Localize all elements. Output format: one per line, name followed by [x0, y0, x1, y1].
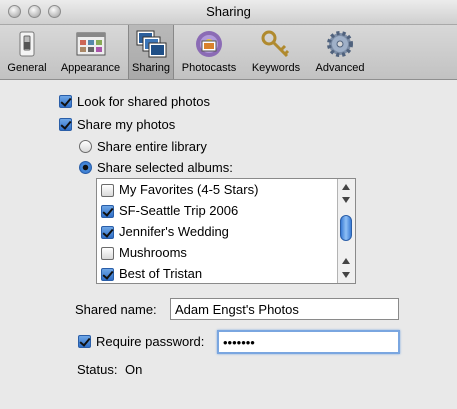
album-checkbox[interactable]	[101, 184, 114, 197]
tab-appearance[interactable]: Appearance	[54, 25, 127, 79]
album-name: Jennifer's Wedding	[119, 224, 229, 239]
key-icon	[261, 30, 290, 58]
share-entire-library-label: Share entire library	[97, 139, 207, 154]
tab-general[interactable]: General	[0, 25, 54, 79]
album-checkbox[interactable]	[101, 205, 114, 218]
tab-keywords-label: Keywords	[251, 62, 301, 74]
list-item[interactable]: Best of Tristan	[97, 264, 339, 285]
password-field[interactable]: •••••••	[217, 330, 400, 354]
album-name: Best of Tristan	[119, 266, 203, 281]
window-title: Sharing	[206, 4, 251, 19]
shared-photos-icon	[136, 30, 167, 58]
preferences-window: Sharing General Appearance Sharing Photo…	[0, 0, 457, 409]
list-item[interactable]: Mushrooms	[97, 243, 339, 264]
album-list-scrollbar[interactable]	[337, 179, 355, 283]
require-password-label: Require password:	[96, 334, 205, 349]
tab-photocasts-label: Photocasts	[181, 62, 237, 74]
share-my-photos-label: Share my photos	[77, 117, 176, 132]
tab-advanced[interactable]: Advanced	[310, 25, 370, 79]
share-selected-albums-radio[interactable]	[79, 161, 92, 174]
share-entire-library-radio[interactable]	[79, 140, 92, 153]
album-name: My Favorites (4-5 Stars)	[119, 182, 259, 197]
tab-appearance-label: Appearance	[60, 62, 121, 74]
window-layout-icon	[76, 32, 105, 56]
tab-keywords[interactable]: Keywords	[243, 25, 309, 79]
album-checkbox[interactable]	[101, 268, 114, 281]
list-item[interactable]: Jennifer's Wedding	[97, 222, 339, 243]
shared-name-field[interactable]: Adam Engst's Photos	[170, 298, 399, 320]
scroll-down-arrow-icon[interactable]	[342, 197, 350, 203]
scroll-down-arrow-icon[interactable]	[342, 272, 350, 278]
toolbar: General Appearance Sharing Photocasts Ke…	[0, 25, 457, 80]
tab-general-label: General	[7, 62, 47, 74]
share-selected-albums-label: Share selected albums:	[97, 160, 233, 175]
look-for-shared-checkbox[interactable]	[59, 95, 72, 108]
album-name: Mushrooms	[119, 245, 187, 260]
share-my-photos-checkbox[interactable]	[59, 118, 72, 131]
tab-sharing-label: Sharing	[132, 62, 170, 74]
scroll-thumb[interactable]	[340, 215, 352, 241]
album-name: SF-Seattle Trip 2006	[119, 203, 239, 218]
look-for-shared-label: Look for shared photos	[77, 94, 210, 109]
shared-name-label: Shared name:	[75, 302, 157, 317]
title-bar: Sharing	[0, 0, 457, 25]
list-item[interactable]: My Favorites (4-5 Stars)	[97, 180, 339, 201]
scroll-up-arrow-icon[interactable]	[342, 258, 350, 264]
status-value: On	[125, 362, 143, 377]
tab-advanced-label: Advanced	[315, 62, 365, 74]
scroll-up-arrow-icon[interactable]	[342, 184, 350, 190]
album-checkbox[interactable]	[101, 247, 114, 260]
switch-icon	[19, 31, 35, 57]
gear-icon	[327, 31, 353, 57]
album-list[interactable]: My Favorites (4-5 Stars) SF-Seattle Trip…	[96, 178, 356, 284]
tab-sharing[interactable]: Sharing	[128, 25, 174, 79]
list-item[interactable]: SF-Seattle Trip 2006	[97, 201, 339, 222]
tab-photocasts[interactable]: Photocasts	[175, 25, 243, 79]
photocast-icon	[196, 31, 222, 57]
require-password-checkbox[interactable]	[78, 335, 91, 348]
album-checkbox[interactable]	[101, 226, 114, 239]
status-label: Status:	[77, 362, 118, 377]
